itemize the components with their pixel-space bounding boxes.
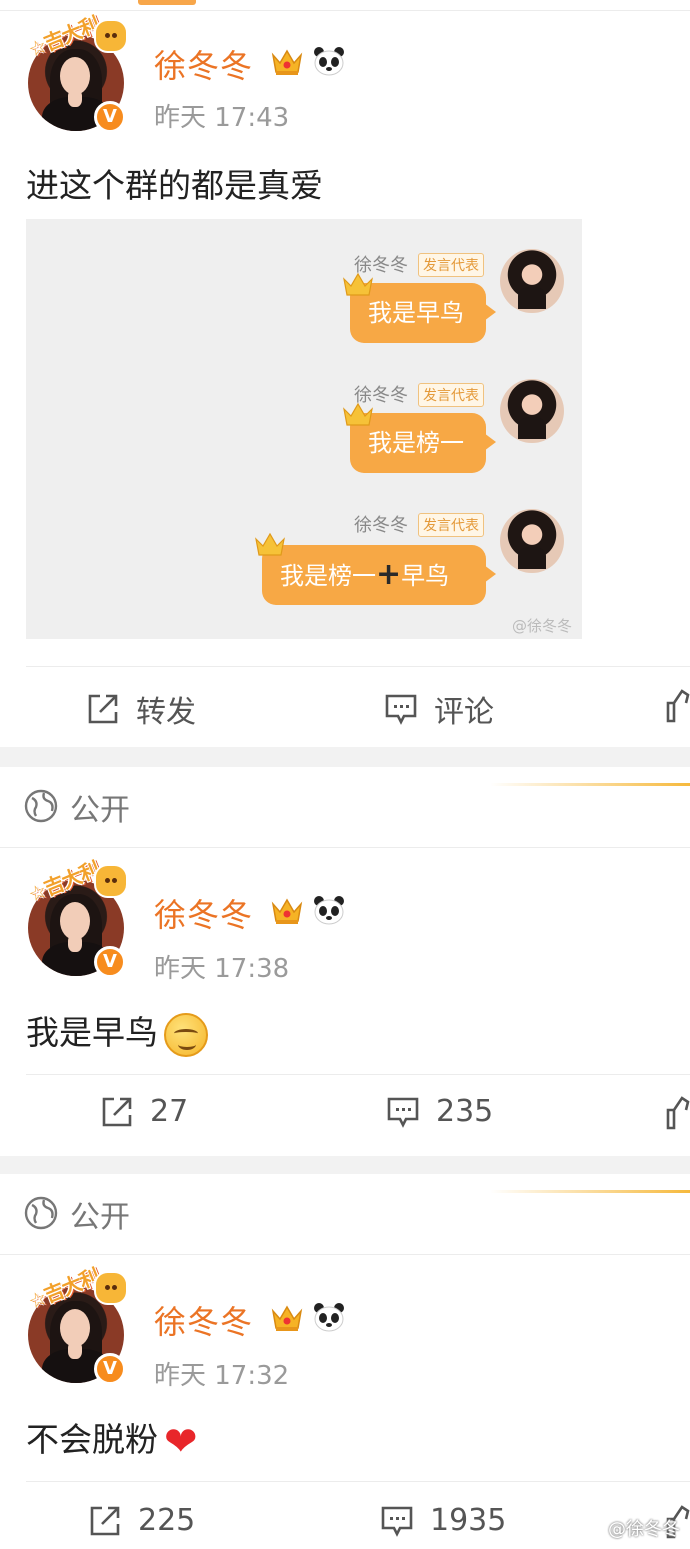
post-image[interactable]: 徐冬冬 发言代表 我是早鸟 徐冬冬 发言代表 我是榜一 徐冬冬 发言代表 我是榜… — [26, 219, 582, 639]
visibility-label: 公开 — [70, 1200, 130, 1235]
image-watermark: @徐冬冬 — [512, 617, 573, 635]
crown-icon — [271, 898, 303, 924]
like-icon[interactable] — [666, 689, 690, 723]
verified-badge-icon: V — [94, 946, 126, 978]
username[interactable]: 徐冬冬 — [154, 41, 253, 87]
chat-sender-tag: 发言代表 — [418, 513, 484, 537]
comment-button[interactable]: 1935 — [380, 1503, 506, 1538]
avatar[interactable]: ☆吉大利 V — [24, 857, 128, 978]
smile-emoji-icon — [164, 1012, 208, 1057]
globe-icon — [24, 1196, 58, 1230]
tab-indicator — [138, 0, 196, 5]
crown-icon — [255, 532, 285, 556]
action-divider — [26, 666, 690, 667]
panda-icon — [314, 896, 344, 925]
repost-icon — [102, 1097, 132, 1126]
decor-streak — [490, 783, 690, 786]
repost-icon — [90, 1506, 120, 1535]
visibility-label: 公开 — [70, 793, 130, 828]
repost-button[interactable]: 225 — [88, 1503, 195, 1538]
post-time: 昨天 17:38 — [154, 954, 290, 984]
repost-button[interactable]: 转发 — [86, 687, 196, 731]
decor-streak — [490, 1190, 690, 1193]
crown-icon — [271, 1305, 303, 1331]
chat-sender-tag: 发言代表 — [418, 253, 484, 277]
visibility-row: 公开 — [0, 1174, 690, 1255]
username[interactable]: 徐冬冬 — [154, 1297, 253, 1343]
globe-icon — [24, 789, 58, 823]
section-gap — [0, 747, 690, 767]
post-time: 昨天 17:43 — [154, 103, 290, 133]
like-icon[interactable] — [666, 1096, 690, 1130]
chat-avatar — [500, 249, 564, 313]
repost-button[interactable]: 27 — [100, 1094, 188, 1129]
post-card: ☆吉大利 V 徐冬冬 昨天 17:43 进这个群的都是真爱 徐冬冬 发言代表 我… — [0, 11, 690, 747]
comment-icon — [381, 1506, 413, 1537]
post-text: 进这个群的都是真爱 — [26, 166, 323, 205]
verified-badge-icon: V — [94, 101, 126, 133]
panda-icon — [314, 47, 344, 76]
post-card: ☆吉大利 V 徐冬冬 昨天 17:32 不会脱粉 ❤ 225 1935 — [0, 1255, 690, 1549]
chat-avatar — [500, 379, 564, 443]
chat-sender-tag: 发言代表 — [418, 383, 484, 407]
heart-emoji-icon: ❤ — [164, 1418, 198, 1465]
action-divider — [26, 1074, 690, 1075]
comment-icon — [387, 1097, 419, 1128]
username[interactable]: 徐冬冬 — [154, 890, 253, 936]
avatar-sticker: ☆吉大利 — [24, 857, 128, 907]
comment-button[interactable]: 235 — [386, 1094, 493, 1129]
avatar[interactable]: ☆吉大利 V — [24, 1264, 128, 1385]
visibility-row: 公开 — [0, 767, 690, 848]
chat-sender-name: 徐冬冬 — [354, 515, 408, 536]
section-gap — [0, 1156, 690, 1174]
comment-button[interactable]: 评论 — [384, 687, 494, 731]
verified-badge-icon: V — [94, 1353, 126, 1385]
crown-icon — [343, 402, 373, 426]
post-time: 昨天 17:32 — [154, 1361, 290, 1391]
repost-icon — [88, 694, 118, 724]
avatar-sticker: ☆吉大利 — [24, 1264, 128, 1314]
avatar[interactable]: ☆吉大利 V — [24, 12, 128, 133]
panda-icon — [314, 1303, 344, 1332]
action-divider — [26, 1481, 690, 1482]
crown-icon — [343, 272, 373, 296]
comment-icon — [385, 694, 417, 725]
chat-avatar — [500, 509, 564, 573]
post-text: 我是早鸟 — [26, 1006, 208, 1057]
crown-icon — [271, 49, 303, 75]
post-text: 不会脱粉 ❤ — [26, 1418, 198, 1465]
avatar-sticker: ☆吉大利 — [24, 12, 128, 62]
corner-watermark: @徐冬冬 — [608, 1519, 680, 1540]
chat-bubble: 我是榜一+早鸟 — [262, 545, 496, 605]
post-card: ☆吉大利 V 徐冬冬 昨天 17:38 我是早鸟 27 235 — [0, 848, 690, 1156]
